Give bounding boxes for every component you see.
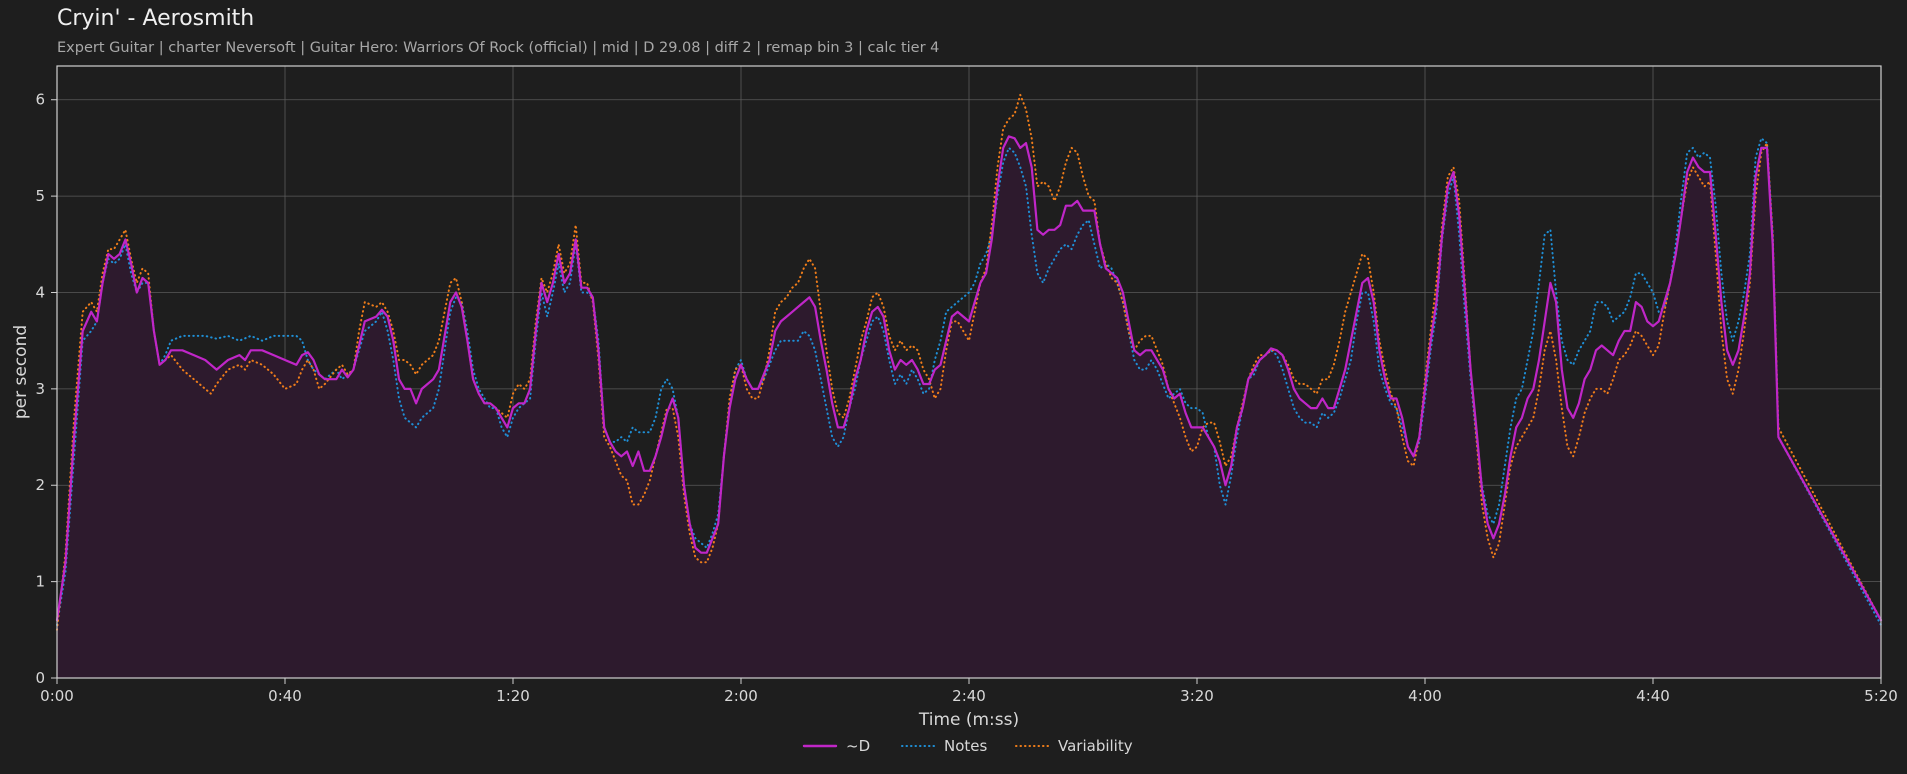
- x-tick-label: 5:20: [1864, 687, 1898, 705]
- y-tick-label: 0: [35, 669, 45, 687]
- x-tick-label: 0:40: [268, 687, 302, 705]
- y-tick-label: 6: [35, 91, 45, 109]
- y-axis-ticks: 0 1 2 3 4 5 6: [35, 91, 57, 687]
- legend-label-notes: Notes: [944, 737, 988, 755]
- x-tick-label: 4:00: [1408, 687, 1442, 705]
- x-tick-label: 1:20: [496, 687, 530, 705]
- x-tick-label: 3:20: [1180, 687, 1214, 705]
- y-tick-label: 3: [35, 380, 45, 398]
- x-tick-label: 4:40: [1636, 687, 1670, 705]
- y-tick-label: 5: [35, 187, 45, 205]
- y-tick-label: 2: [35, 476, 45, 494]
- legend: ~D Notes Variability: [802, 737, 1133, 755]
- line-chart: 0:00 0:40 1:20 2:00 2:40 3:20 4:00 4:40 5:20 0 1 2…: [11, 65, 1898, 755]
- y-axis-label: per second: [11, 325, 31, 419]
- chart-window: Cryin' - Aerosmith Expert Guitar | chart…: [0, 0, 1907, 774]
- x-tick-label: 2:00: [724, 687, 758, 705]
- legend-label-variability: Variability: [1058, 737, 1133, 755]
- x-axis-ticks: 0:00 0:40 1:20 2:00 2:40 3:20 4:00 4:40 5:20: [40, 678, 1898, 705]
- x-tick-label: 2:40: [952, 687, 986, 705]
- y-tick-label: 1: [35, 573, 45, 591]
- x-axis-label: Time (m:ss): [918, 710, 1019, 730]
- legend-label-d: ~D: [846, 737, 870, 755]
- y-tick-label: 4: [35, 283, 45, 301]
- x-tick-label: 0:00: [40, 687, 74, 705]
